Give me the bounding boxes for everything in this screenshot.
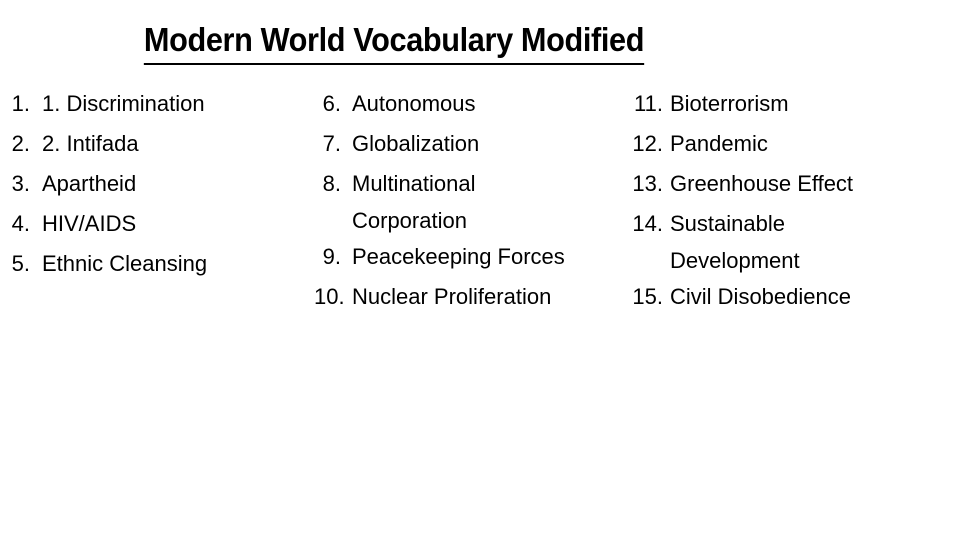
list-item-number: 12. — [632, 131, 663, 156]
list-item-label: Multinational Corporation — [352, 164, 624, 237]
list-item-number: 8. — [322, 171, 341, 196]
list-item-label: Pandemic — [670, 124, 952, 164]
list-item: 11. Bioterrorism — [632, 84, 952, 124]
list-item-number: 15. — [632, 284, 663, 309]
page-title-text: Modern World Vocabulary Modified — [143, 20, 644, 65]
list-item-line: Greenhouse Effect — [670, 171, 854, 196]
list-item-number: 1. — [11, 91, 30, 116]
list-item-line: 2. Intifada — [42, 131, 139, 156]
list-item-number: 4. — [11, 211, 30, 236]
list-item-line: Sustainable — [670, 211, 785, 236]
list-item-number: 10. — [314, 284, 345, 309]
list-item-line: Pandemic — [670, 131, 768, 156]
list-item-line: Nuclear Proliferation — [352, 284, 552, 309]
list-item-label: Autonomous — [352, 84, 624, 124]
list-item-line: Apartheid — [42, 171, 137, 196]
vocabulary-column-two: 6. Autonomous 7. Globalization 8. Multination… — [314, 84, 624, 317]
list-item-number: 6. — [322, 91, 341, 116]
list-item-number: 2. — [11, 131, 30, 156]
list-item: 4. HIV/AIDS — [8, 204, 308, 244]
list-item-number: 5. — [11, 251, 30, 276]
list-item: 1. 1. Discrimination — [8, 84, 308, 124]
page-title: Modern World Vocabulary Modified — [87, 20, 701, 65]
list-item-line: Bioterrorism — [670, 91, 789, 116]
list-item-line: Autonomous — [352, 91, 476, 116]
list-item-number: 14. — [632, 211, 663, 236]
list-item-line: HIV/AIDS — [42, 211, 137, 236]
list-item-label: Greenhouse Effect — [670, 164, 952, 204]
vocabulary-column-three: 11. Bioterrorism 12. Pandemic 13. Greenhouse … — [632, 84, 952, 317]
list-item-label: Civil Disobedience — [670, 277, 952, 317]
list-item-number: 11. — [634, 91, 663, 116]
list-item-label: 1. Discrimination — [42, 84, 308, 124]
list-item-label: Nuclear Proliferation — [352, 277, 624, 317]
list-item-number: 3. — [11, 171, 30, 196]
list-item-line: Civil Disobedience — [670, 284, 851, 309]
list-item: 12. Pandemic — [632, 124, 952, 164]
list-item-line: Peacekeeping Forces — [352, 244, 565, 269]
list-item-line: Globalization — [352, 131, 480, 156]
list-item-number: 13. — [632, 171, 663, 196]
list-item-line: Corporation — [352, 208, 467, 233]
list-item-label: Peacekeeping Forces — [352, 237, 624, 277]
list-item-label: Globalization — [352, 124, 624, 164]
list-item-label: Bioterrorism — [670, 84, 952, 124]
list-item-number: 7. — [322, 131, 341, 156]
list-item: 10. Nuclear Proliferation — [314, 277, 624, 317]
list-item-number: 9. — [322, 244, 341, 269]
list-item-line: Development — [670, 248, 800, 273]
list-item: 3. Apartheid — [8, 164, 308, 204]
list-item: 9. Peacekeeping Forces — [314, 237, 624, 277]
list-item: 15. Civil Disobedience — [632, 277, 952, 317]
list-item: 14. Sustainable Development — [632, 204, 952, 277]
list-item: 2. 2. Intifada — [8, 124, 308, 164]
list-item-line: 1. Discrimination — [42, 91, 205, 116]
list-item: 8. Multinational Corporation — [314, 164, 624, 237]
list-item: 7. Globalization — [314, 124, 624, 164]
list-item-label: Ethnic Cleansing — [42, 244, 308, 284]
list-item: 5. Ethnic Cleansing — [8, 244, 308, 284]
list-item-label: Apartheid — [42, 164, 308, 204]
vocabulary-column-one: 1. 1. Discrimination 2. 2. Intifada 3. Aparth… — [8, 84, 308, 284]
list-item-label: 2. Intifada — [42, 124, 308, 164]
list-item: 6. Autonomous — [314, 84, 624, 124]
list-item-line: Ethnic Cleansing — [42, 251, 208, 276]
slide-canvas: Modern World Vocabulary Modified 1. 1. Di… — [0, 0, 960, 540]
list-item-label: HIV/AIDS — [42, 204, 308, 244]
list-item-label: Sustainable Development — [670, 204, 952, 277]
list-item-line: Multinational — [352, 171, 476, 196]
list-item: 13. Greenhouse Effect — [632, 164, 952, 204]
